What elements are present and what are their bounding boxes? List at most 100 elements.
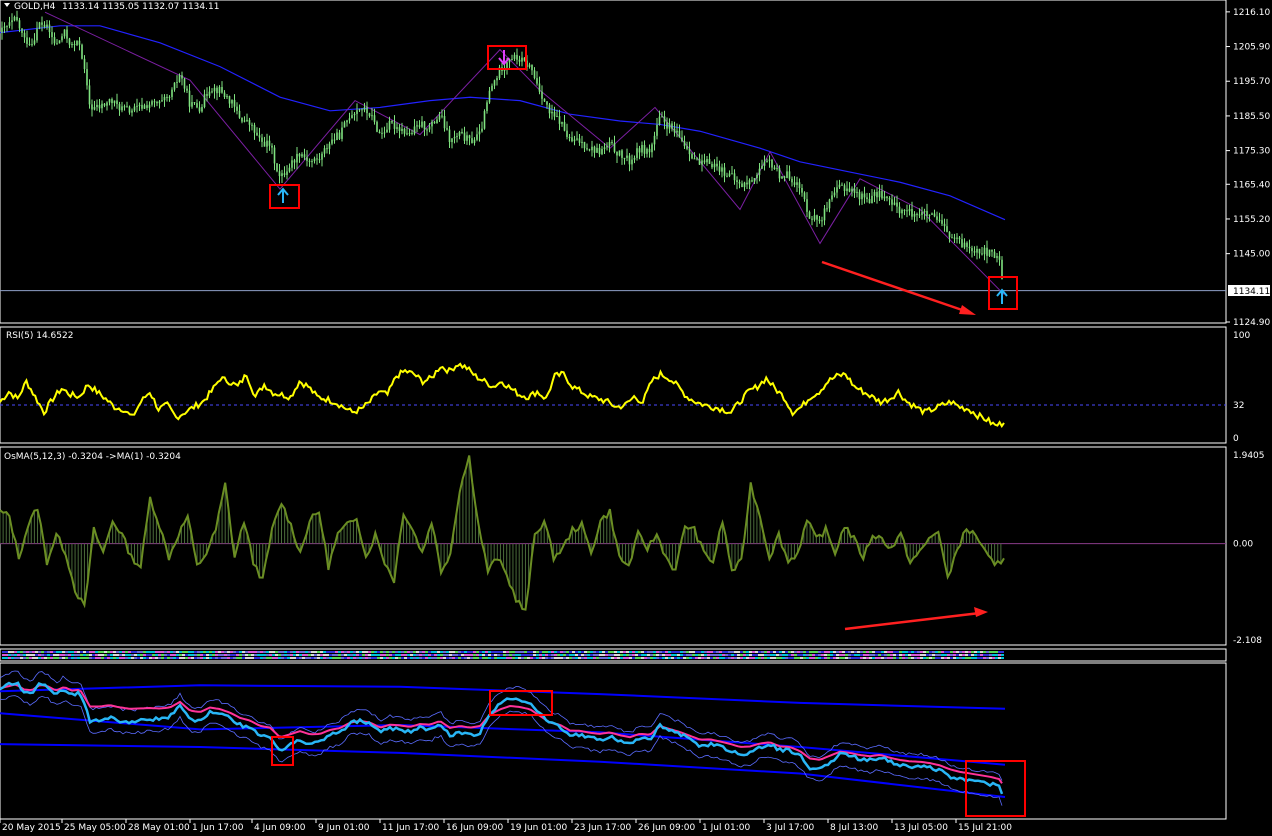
strip-cell xyxy=(419,654,422,656)
strip-cell xyxy=(407,651,410,653)
strip-cell xyxy=(509,657,512,659)
strip-cell xyxy=(602,654,605,656)
strip-cell xyxy=(137,654,140,656)
strip-cell xyxy=(839,657,842,659)
candle-body xyxy=(921,212,923,215)
strip-cell xyxy=(293,657,296,659)
strip-cell xyxy=(809,654,812,656)
strip-cell xyxy=(746,651,749,653)
strip-cell xyxy=(506,654,509,656)
candle-body xyxy=(353,113,356,116)
strip-cell xyxy=(170,654,173,656)
strip-cell xyxy=(305,657,308,659)
candle-body xyxy=(771,159,773,168)
strip-cell xyxy=(377,651,380,653)
candle-body xyxy=(996,256,998,258)
candle-body xyxy=(948,231,951,238)
strip-cell xyxy=(287,657,290,659)
strip-cell xyxy=(137,651,140,653)
strip-cell xyxy=(938,657,941,659)
strip-cell xyxy=(620,651,623,653)
strip-cell xyxy=(596,657,599,659)
osma-axis-tick-label: -2.108 xyxy=(1233,636,1262,646)
strip-cell xyxy=(56,651,59,653)
candle-body xyxy=(46,24,48,28)
strip-cell xyxy=(371,657,374,659)
candle-body xyxy=(83,58,86,70)
candle-body xyxy=(76,40,78,45)
candle-body xyxy=(731,173,733,175)
strip-cell xyxy=(962,654,965,656)
strip-cell xyxy=(938,651,941,653)
candle-body xyxy=(301,154,303,157)
strip-cell xyxy=(866,654,869,656)
strip-cell xyxy=(77,654,80,656)
candle-body xyxy=(666,122,668,129)
strip-cell xyxy=(773,651,776,653)
strip-cell xyxy=(878,651,881,653)
strip-cell xyxy=(653,651,656,653)
strip-cell xyxy=(251,651,254,653)
strip-cell xyxy=(935,651,938,653)
strip-cell xyxy=(728,651,731,653)
strip-cell xyxy=(731,651,734,653)
strip-cell xyxy=(134,657,137,659)
strip-cell xyxy=(668,651,671,653)
strip-cell xyxy=(440,651,443,653)
strip-cell xyxy=(527,654,530,656)
strip-cell xyxy=(875,657,878,659)
strip-cell xyxy=(614,651,617,653)
strip-cell xyxy=(752,657,755,659)
candle-body xyxy=(198,107,201,112)
strip-cell xyxy=(158,657,161,659)
strip-cell xyxy=(425,654,428,656)
price-axis-tick-label: 1145.00 xyxy=(1233,250,1270,260)
strip-cell xyxy=(416,651,419,653)
candle-body xyxy=(16,16,18,21)
strip-cell xyxy=(395,654,398,656)
candle-body xyxy=(456,135,458,137)
strip-cell xyxy=(293,654,296,656)
strip-cell xyxy=(230,651,233,653)
strip-cell xyxy=(2,654,5,656)
strip-cell xyxy=(377,654,380,656)
strip-cell xyxy=(851,654,854,656)
candle-body xyxy=(871,195,873,204)
strip-cell xyxy=(881,657,884,659)
strip-cell xyxy=(632,651,635,653)
strip-cell xyxy=(992,654,995,656)
strip-cell xyxy=(827,657,830,659)
strip-cell xyxy=(449,654,452,656)
strip-cell xyxy=(221,651,224,653)
strip-cell xyxy=(164,654,167,656)
strip-cell xyxy=(767,657,770,659)
strip-cell xyxy=(182,654,185,656)
candle-body xyxy=(788,171,791,179)
candle-body xyxy=(711,164,713,168)
strip-cell xyxy=(113,657,116,659)
strip-cell xyxy=(116,654,119,656)
strip-cell xyxy=(848,654,851,656)
strip-cell xyxy=(602,651,605,653)
strip-cell xyxy=(80,654,83,656)
strip-cell xyxy=(734,654,737,656)
strip-cell xyxy=(965,651,968,653)
strip-cell xyxy=(413,657,416,659)
strip-cell xyxy=(89,657,92,659)
strip-cell xyxy=(911,651,914,653)
strip-cell xyxy=(110,657,113,659)
strip-cell xyxy=(455,654,458,656)
symbol-label: GOLD,H4 xyxy=(14,2,56,12)
strip-cell xyxy=(1001,651,1004,653)
strip-cell xyxy=(326,657,329,659)
price-axis-tick-label: 1185.50 xyxy=(1233,112,1270,122)
strip-cell xyxy=(371,654,374,656)
strip-cell xyxy=(830,654,833,656)
candle-body xyxy=(478,131,481,135)
strip-cell xyxy=(482,654,485,656)
candle-body xyxy=(1,27,3,33)
candle-body xyxy=(128,106,131,113)
candle-body xyxy=(848,188,851,192)
x-axis-tick-label: 9 Jun 01:00 xyxy=(318,823,370,832)
strip-cell xyxy=(761,654,764,656)
